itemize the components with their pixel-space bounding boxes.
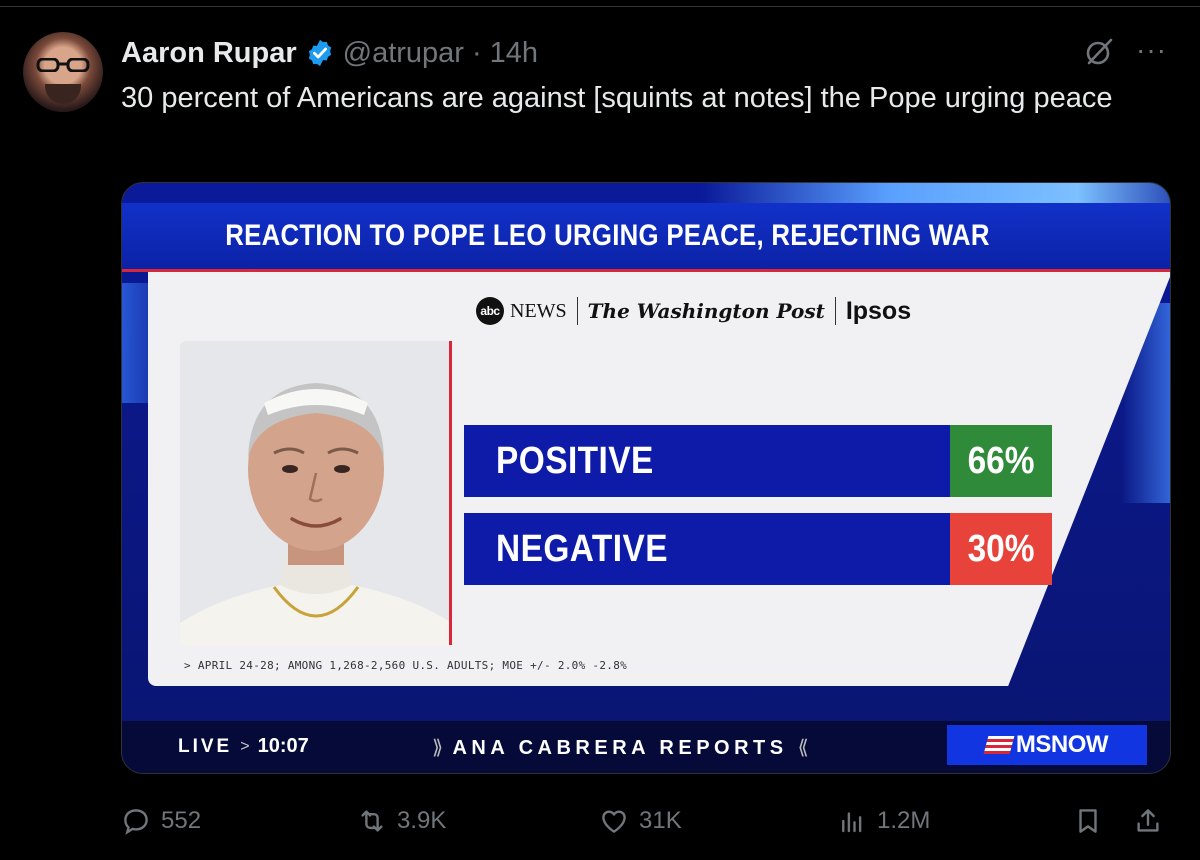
network-name: MSNOW: [1015, 731, 1109, 758]
result-label-text: NEGATIVE: [496, 527, 668, 570]
live-label: LIVE: [178, 735, 233, 757]
reply-count: 552: [161, 807, 202, 834]
share-button[interactable]: [1133, 802, 1163, 840]
graphic-banner: REACTION TO POPE LEO URGING PEACE, REJEC…: [122, 203, 1170, 269]
tweet-actions: 552 3.9K 31K 1.2M: [121, 802, 1181, 840]
result-label: NEGATIVE: [464, 513, 950, 585]
news-logo: NEWS: [510, 299, 567, 322]
grok-icon[interactable]: [1083, 36, 1115, 68]
repost-icon: [361, 810, 383, 832]
result-value: 66%: [950, 425, 1052, 497]
result-value-text: 66%: [967, 439, 1035, 482]
show-title: ⟫ ANA CABRERA REPORTS ⟪: [432, 735, 809, 760]
glasses-icon: [36, 58, 90, 72]
repost-count: 3.9K: [397, 807, 447, 834]
author-handle[interactable]: @atrupar: [343, 37, 464, 70]
repost-button[interactable]: 3.9K: [357, 802, 446, 840]
results-bars: POSITIVE 66% NEGATIVE 30%: [464, 425, 1052, 601]
ipsos-logo: Ipsos: [845, 296, 912, 325]
tweet-timestamp[interactable]: 14h: [490, 37, 538, 70]
avatar-beard: [45, 84, 81, 104]
logo-separator: [576, 297, 578, 325]
result-label: POSITIVE: [464, 425, 950, 497]
heart-icon: [602, 810, 626, 833]
views-chart-icon: [842, 812, 862, 833]
like-count: 31K: [639, 807, 682, 834]
tweet-media[interactable]: REACTION TO POPE LEO URGING PEACE, REJEC…: [121, 182, 1171, 774]
header-separator: ·: [471, 36, 482, 69]
live-indicator: LIVE > 10:07: [178, 735, 309, 758]
result-bar: POSITIVE 66%: [464, 425, 1052, 497]
like-button[interactable]: 31K: [599, 802, 682, 840]
result-value: 30%: [950, 513, 1052, 585]
washington-post-logo: The Washington Post: [587, 299, 825, 323]
tweet-header: Aaron Rupar @atrupar · 14h: [121, 33, 538, 73]
tweet-text: 30 percent of Americans are against [squ…: [121, 82, 1113, 114]
views-button[interactable]: 1.2M: [837, 802, 930, 840]
bookmark-button[interactable]: [1073, 802, 1103, 840]
top-divider: [0, 6, 1200, 7]
live-time: 10:07: [257, 735, 309, 757]
view-count: 1.2M: [877, 807, 931, 834]
abc-logo-icon: abc: [476, 297, 504, 325]
result-label-text: POSITIVE: [496, 439, 654, 482]
show-bracket-close: ⟪: [797, 737, 809, 759]
portrait-image: [180, 341, 449, 645]
reply-icon: [124, 809, 148, 835]
logo-separator: [834, 297, 836, 325]
live-chevron: >: [240, 737, 250, 755]
graphic-title: REACTION TO POPE LEO URGING PEACE, REJEC…: [224, 219, 990, 252]
show-name: ANA CABRERA REPORTS: [452, 737, 788, 759]
share-icon: [1137, 809, 1159, 832]
result-value-text: 30%: [967, 527, 1035, 570]
poll-footnote: > APRIL 24-28; AMONG 1,268-2,560 U.S. AD…: [184, 659, 628, 672]
verified-badge-icon[interactable]: [305, 38, 335, 68]
more-options-icon[interactable]: ···: [1136, 36, 1167, 64]
author-name[interactable]: Aaron Rupar: [121, 37, 297, 70]
result-bar: NEGATIVE 30%: [464, 513, 1052, 585]
avatar[interactable]: [23, 32, 103, 112]
poll-sources: abc NEWS The Washington Post Ipsos: [476, 293, 911, 329]
reply-button[interactable]: 552: [121, 802, 201, 840]
pope-portrait: [180, 341, 452, 645]
bookmark-icon: [1079, 809, 1097, 833]
network-logo: MSNOW: [947, 725, 1147, 765]
flag-icon: [983, 736, 1015, 754]
banner-divider: [122, 269, 1170, 272]
show-bracket-open: ⟫: [432, 737, 444, 759]
